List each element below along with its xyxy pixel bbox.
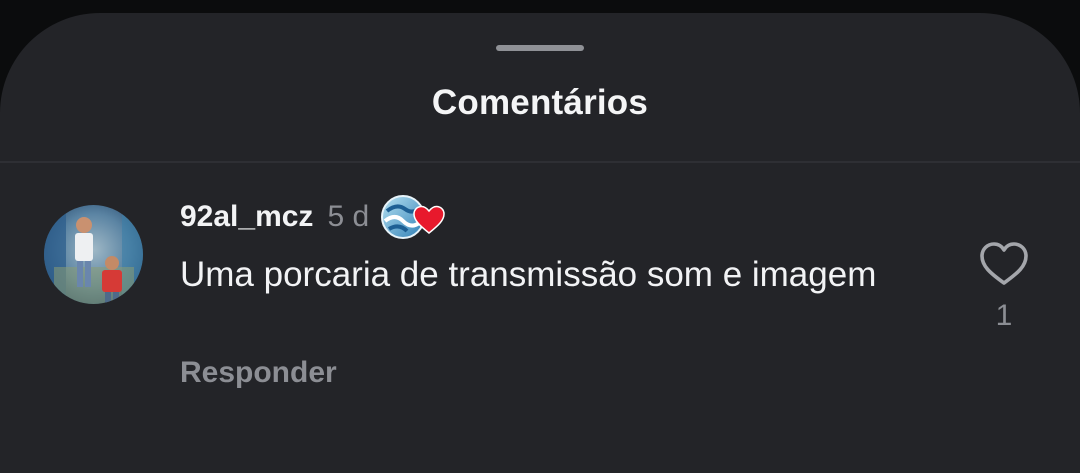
globe-heart-badge-icon: [381, 193, 445, 241]
sheet-title: Comentários: [431, 83, 649, 122]
comments-sheet: Comentários 92al_mcz 5 d Uma porcaria de…: [0, 13, 1080, 473]
heart-outline-icon[interactable]: [976, 239, 1032, 289]
reply-button[interactable]: Responder: [180, 356, 337, 390]
like-control: 1: [976, 239, 1032, 349]
comment-text: Uma porcaria de transmissão som e imagem: [180, 255, 877, 294]
timestamp: 5 d: [327, 200, 370, 233]
avatar-photo: [44, 205, 143, 304]
username[interactable]: 92al_mcz: [180, 200, 313, 234]
comment-meta: 92al_mcz 5 d: [180, 195, 445, 239]
header-divider: [0, 161, 1080, 163]
avatar[interactable]: [44, 205, 143, 304]
like-count: 1: [995, 299, 1013, 332]
drag-handle[interactable]: [496, 45, 584, 51]
